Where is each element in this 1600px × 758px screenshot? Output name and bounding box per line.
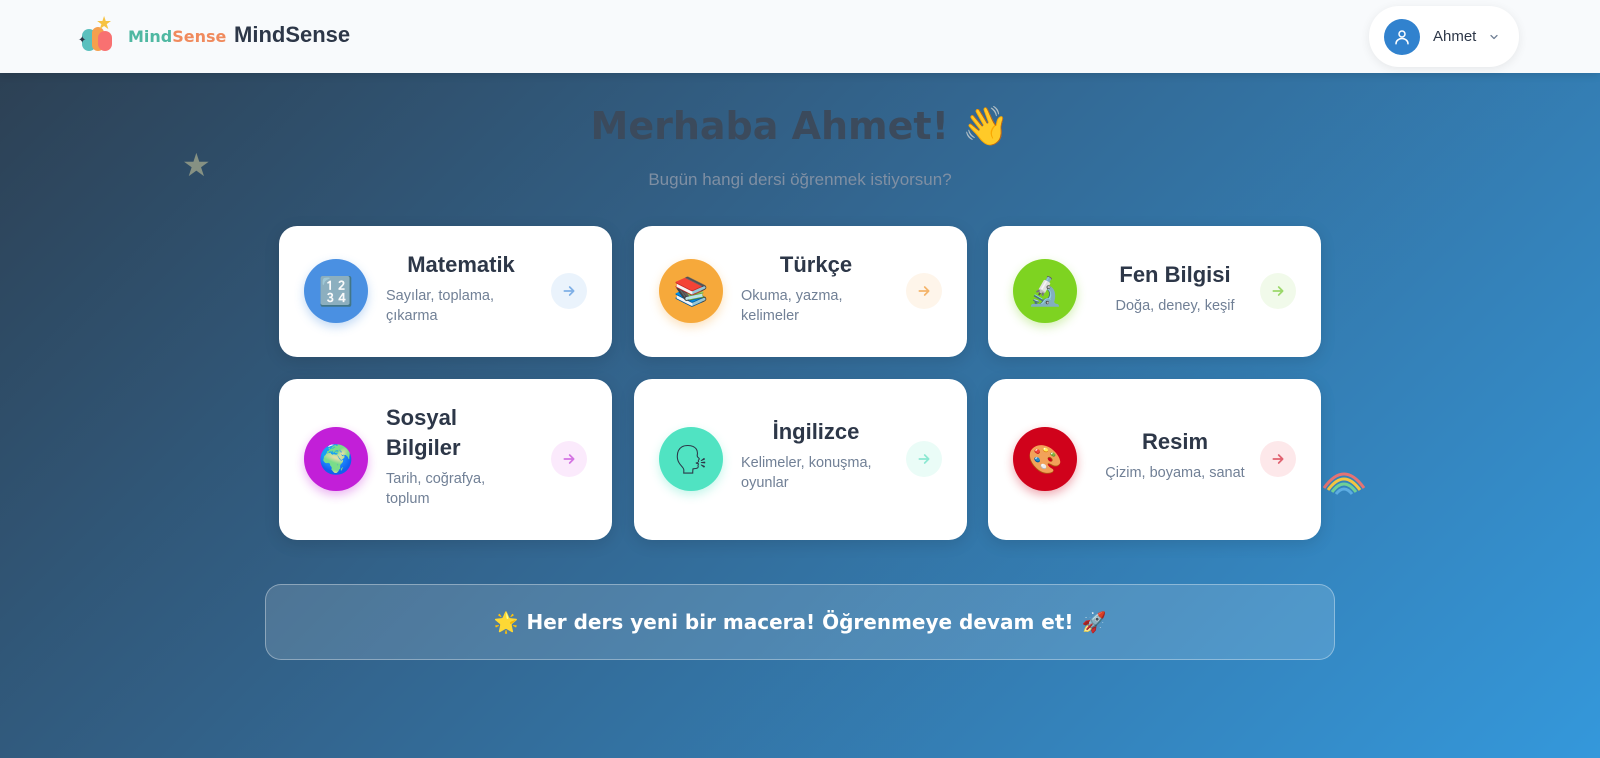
arrow-right-icon[interactable] [551, 273, 587, 309]
logo-word-mind: Mind [128, 26, 173, 46]
user-name: Ahmet [1433, 28, 1477, 45]
numbers-icon: 🔢 [304, 259, 368, 323]
motivation-banner: 🌟 Her ders yeni bir macera! Öğrenmeye de… [265, 584, 1335, 660]
logo[interactable]: ★ ✦ MindSense [78, 13, 226, 55]
subject-description: Okuma, yazma, kelimeler [741, 288, 843, 324]
subject-title: Matematik [407, 252, 515, 277]
rainbow-icon [1322, 466, 1366, 500]
microscope-icon: 🔬 [1013, 259, 1077, 323]
logo-word-sense: Sense [172, 26, 227, 46]
waving-hand-icon: 👋 [962, 104, 1010, 148]
subject-card-fen-bilgisi[interactable]: 🔬 Fen Bilgisi Doğa, deney, keşif [988, 226, 1321, 357]
arrow-right-icon[interactable] [551, 441, 587, 477]
subject-card-ingilizce[interactable]: 🗣 İngilizce Kelimeler, konuşma, oyunlar [634, 379, 967, 540]
subject-title: İngilizce [772, 419, 860, 444]
mindsense-logo-icon: ★ ✦ [78, 13, 116, 55]
subject-description: Sayılar, toplama, çıkarma [386, 288, 494, 324]
greeting-title: Merhaba Ahmet! 👋 [0, 104, 1600, 149]
brand-title: MindSense [234, 22, 351, 47]
palette-icon: 🎨 [1013, 427, 1077, 491]
subject-card-matematik[interactable]: 🔢 Matematik Sayılar, toplama, çıkarma [279, 226, 612, 357]
arrow-right-icon[interactable] [1260, 273, 1296, 309]
subject-description: Doğa, deney, keşif [1115, 298, 1235, 314]
subject-title: Resim [1141, 429, 1209, 454]
subject-glyph: 📚 [673, 274, 709, 308]
subject-description: Tarih, coğrafya, toplum [386, 471, 486, 507]
user-icon [1384, 18, 1420, 55]
subject-title: Fen Bilgisi [1119, 262, 1231, 287]
chevron-down-icon [1488, 31, 1500, 43]
top-header: ★ ✦ MindSense MindSense Ahmet [0, 0, 1600, 73]
speaking-head-icon: 🗣 [659, 427, 723, 491]
subject-glyph: 🌍 [318, 442, 354, 476]
subject-glyph: 🔢 [318, 274, 354, 308]
books-icon: 📚 [659, 259, 723, 323]
star-icon: 🌟 [493, 610, 519, 634]
subject-description: Çizim, boyama, sanat [1105, 465, 1245, 481]
subject-glyph: 🔬 [1027, 274, 1063, 308]
subject-title: Türkçe [779, 252, 853, 277]
arrow-right-icon[interactable] [1260, 441, 1296, 477]
subject-card-resim[interactable]: 🎨 Resim Çizim, boyama, sanat [988, 379, 1321, 540]
subject-description: Kelimeler, konuşma, oyunlar [741, 455, 872, 491]
user-menu-button[interactable]: Ahmet [1369, 6, 1519, 67]
logo-wordmark: MindSense [128, 27, 226, 46]
subject-glyph: 🗣 [673, 442, 709, 476]
arrow-right-icon[interactable] [906, 273, 942, 309]
subject-glyph: 🎨 [1027, 442, 1063, 476]
arrow-right-icon[interactable] [906, 441, 942, 477]
subject-card-sosyal-bilgiler[interactable]: 🌍 Sosyal Bilgiler Tarih, coğrafya, toplu… [279, 379, 612, 540]
subject-card-turkce[interactable]: 📚 Türkçe Okuma, yazma, kelimeler [634, 226, 967, 357]
globe-icon: 🌍 [304, 427, 368, 491]
greeting-subtitle: Bugün hangi dersi öğrenmek istiyorsun? [648, 170, 952, 189]
greeting-text: Merhaba Ahmet! [590, 104, 949, 148]
subject-title: Sosyal Bilgiler [386, 405, 461, 460]
banner-text: Her ders yeni bir macera! Öğrenmeye deva… [526, 610, 1074, 634]
rocket-icon: 🚀 [1081, 610, 1107, 634]
